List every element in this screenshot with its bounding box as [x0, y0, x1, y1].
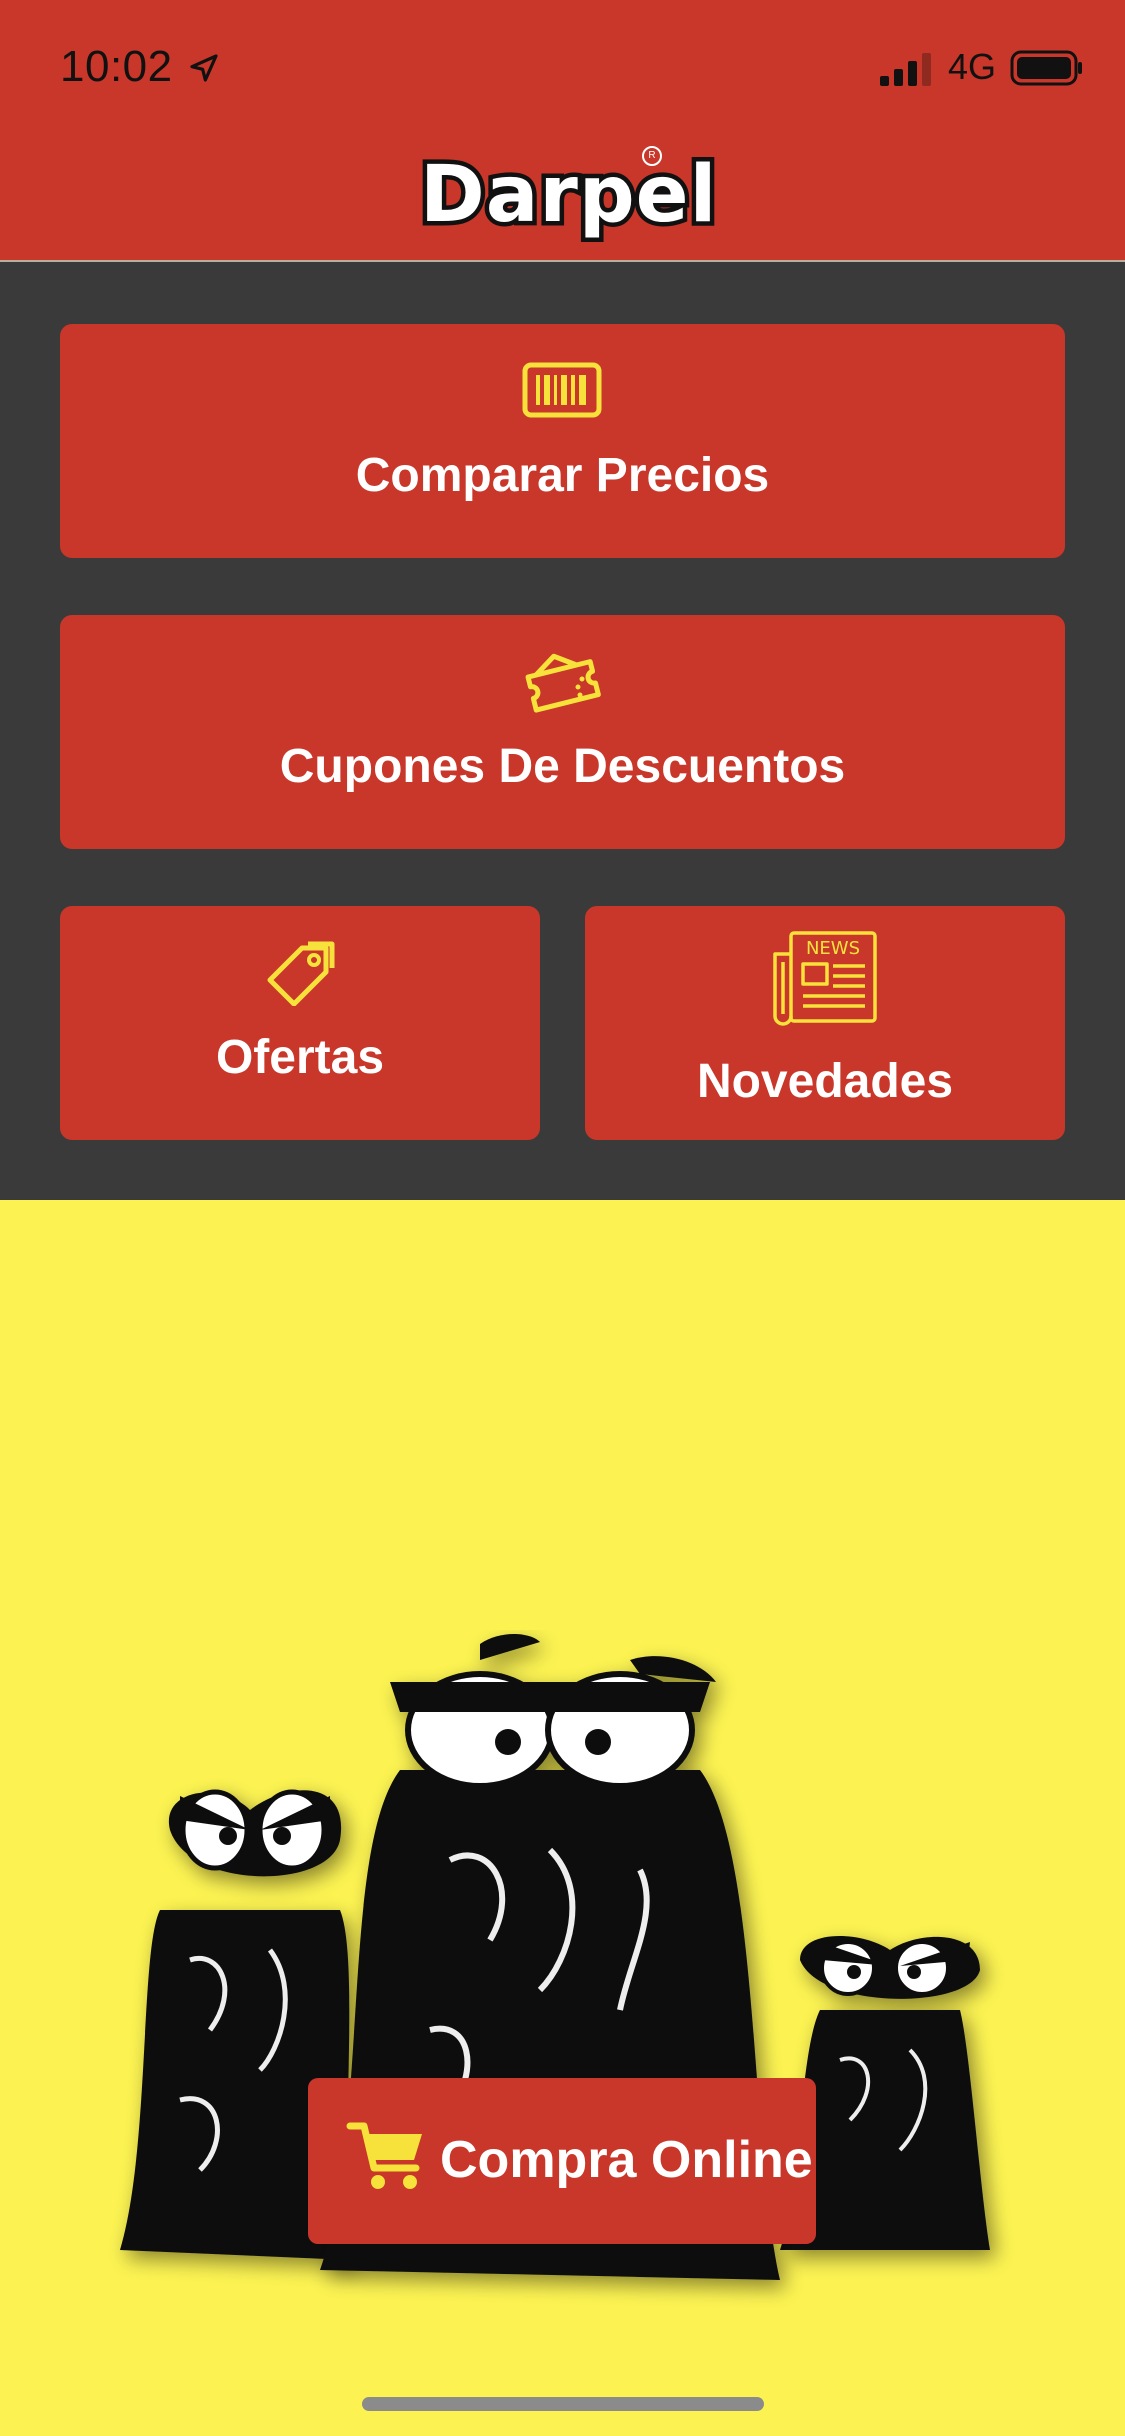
coupon-ticket-icon — [525, 653, 601, 713]
buy-online-label: Compra Online — [440, 2131, 813, 2189]
logo-text: Darpel — [415, 146, 720, 245]
compare-prices-label: Comparar Precios — [355, 449, 770, 502]
coupons-button[interactable]: Cupones De Descuentos — [60, 615, 1065, 849]
news-button[interactable]: NEWS Novedades — [585, 906, 1065, 1140]
newspaper-icon: NEWS — [773, 931, 877, 1026]
app-header: 10:02 4G Darpel R — [0, 0, 1125, 262]
barcode-icon — [522, 362, 602, 418]
menu-area: Comparar Precios Cupones De Descuentos O… — [0, 262, 1125, 1200]
darpel-logo: Darpel R — [415, 140, 720, 250]
network-type: 4G — [948, 46, 997, 87]
location-arrow-icon — [190, 54, 218, 82]
news-label: Novedades — [696, 1055, 954, 1108]
app-screen: 10:02 4G Darpel R Comparar Precios Cupon… — [0, 0, 1125, 2436]
coupons-label: Cupones De Descuentos — [279, 740, 846, 793]
registered-mark: R — [642, 146, 662, 166]
status-time: 10:02 — [60, 42, 173, 91]
shopping-cart-icon — [346, 2122, 422, 2189]
offers-button[interactable]: Ofertas — [60, 906, 540, 1140]
home-indicator[interactable] — [362, 2397, 764, 2411]
price-tag-icon — [267, 941, 335, 1006]
buy-online-button[interactable]: Compra Online — [308, 2078, 816, 2244]
offers-label: Ofertas — [215, 1031, 385, 1084]
news-icon-text: NEWS — [806, 938, 860, 959]
signal-strength-icon — [880, 53, 931, 86]
battery-icon — [1010, 50, 1082, 86]
compare-prices-button[interactable]: Comparar Precios — [60, 324, 1065, 558]
